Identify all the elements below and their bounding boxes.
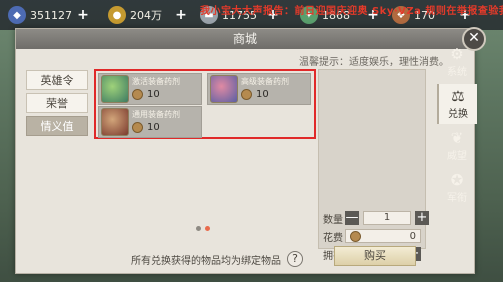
cost-value: 0 bbox=[409, 230, 416, 242]
item-grid: 激活装备药剂 10 高级装备药剂 10 通用装备药剂 10 bbox=[94, 69, 316, 139]
quantity-row: 数量 — 1 + bbox=[323, 210, 429, 226]
nav-system[interactable]: ⚙ 系统 bbox=[437, 42, 477, 82]
friendship-coin-icon bbox=[241, 89, 252, 100]
friendship-coin-icon bbox=[132, 122, 143, 133]
binding-notice-text: 所有兑换获得的物品均为绑定物品 bbox=[131, 255, 281, 267]
item-cost: 10 bbox=[241, 89, 269, 100]
item-cost-value: 10 bbox=[147, 89, 160, 100]
page-dot-active[interactable] bbox=[205, 226, 210, 231]
nav-prestige[interactable]: ❦ 威望 bbox=[437, 126, 477, 166]
cost-label: 花费 bbox=[323, 232, 343, 244]
page-dot[interactable] bbox=[196, 226, 201, 231]
item-name: 通用装备药剂 bbox=[132, 110, 180, 119]
decrease-quantity-button[interactable]: — bbox=[345, 211, 359, 225]
resource-coin: ● 204万 + bbox=[108, 6, 188, 24]
friendship-coin-icon bbox=[132, 89, 143, 100]
nav-rank[interactable]: ✪ 军衔 bbox=[437, 168, 477, 208]
help-icon[interactable]: ? bbox=[287, 251, 303, 267]
item-cost: 10 bbox=[132, 89, 160, 100]
cost-row: 花费 0 bbox=[323, 228, 421, 244]
add-coin-button[interactable]: + bbox=[174, 8, 188, 22]
quantity-label: 数量 bbox=[323, 214, 343, 226]
potion-icon bbox=[101, 75, 129, 103]
gear-icon: ⚙ bbox=[450, 45, 464, 63]
laurel-icon: ❦ bbox=[450, 129, 464, 147]
nav-label: 兑换 bbox=[448, 109, 468, 120]
resource-diamond: ◆ 351127 + bbox=[8, 6, 90, 24]
consumption-tip: 温馨提示：适度娱乐，理性消费。 bbox=[299, 57, 449, 68]
resource-value: 204万 bbox=[130, 9, 162, 22]
shop-window: 商城 ✕ 温馨提示：适度娱乐，理性消费。 英雄令 荣誉 情义值 激活装备药剂 1… bbox=[15, 27, 486, 274]
buy-button[interactable]: 购买 bbox=[334, 246, 416, 266]
window-title: 商城 bbox=[16, 29, 474, 49]
potion-icon bbox=[101, 108, 129, 136]
nav-exchange[interactable]: ⚖ 兑换 bbox=[437, 84, 477, 124]
quantity-field[interactable]: 1 bbox=[363, 211, 411, 225]
increase-quantity-button[interactable]: + bbox=[415, 211, 429, 225]
coin-icon: ● bbox=[108, 6, 126, 24]
category-tabs: 英雄令 荣誉 情义值 bbox=[26, 70, 96, 139]
nav-label: 系统 bbox=[447, 67, 467, 78]
nav-label: 威望 bbox=[447, 151, 467, 162]
nav-label: 军衔 bbox=[447, 193, 467, 204]
shop-item[interactable]: 通用装备药剂 10 bbox=[98, 106, 202, 138]
friendship-coin-icon bbox=[350, 230, 361, 242]
resource-value: 351127 bbox=[30, 8, 72, 22]
tab-honor[interactable]: 荣誉 bbox=[26, 93, 88, 113]
tab-hero-order[interactable]: 英雄令 bbox=[26, 70, 88, 90]
binding-notice: 所有兑换获得的物品均为绑定物品 ? bbox=[131, 251, 303, 267]
diamond-icon: ◆ bbox=[8, 6, 26, 24]
resource-bar: ◆ 351127 + ● 204万 + ▬ 11755 + ✦ 1868 + ❖… bbox=[0, 0, 503, 30]
shop-item[interactable]: 高级装备药剂 10 bbox=[207, 73, 311, 105]
add-diamond-button[interactable]: + bbox=[76, 8, 90, 22]
item-name: 高级装备药剂 bbox=[241, 77, 289, 86]
side-nav: ⚙ 系统 ⚖ 兑换 ❦ 威望 ✪ 军衔 bbox=[437, 42, 477, 210]
item-cost: 10 bbox=[132, 122, 160, 133]
purchase-panel: 数量 — 1 + 花费 0 拥有 173 + bbox=[318, 69, 429, 262]
potion-icon bbox=[210, 75, 238, 103]
item-cost-value: 10 bbox=[147, 122, 160, 133]
cost-field: 0 bbox=[345, 229, 421, 243]
item-cost-value: 10 bbox=[256, 89, 269, 100]
shop-item[interactable]: 激活装备药剂 10 bbox=[98, 73, 202, 105]
tab-friendship-points[interactable]: 情义值 bbox=[26, 116, 88, 136]
item-name: 激活装备药剂 bbox=[132, 77, 180, 86]
scale-icon: ⚖ bbox=[451, 87, 465, 105]
page-indicator bbox=[196, 226, 210, 231]
badge-icon: ✪ bbox=[450, 171, 464, 189]
announcement-marquee: 我小宝大大声报告：前日迎国庆迎奥 Sky·VZa 规则在举报查验我们 bbox=[200, 6, 503, 17]
